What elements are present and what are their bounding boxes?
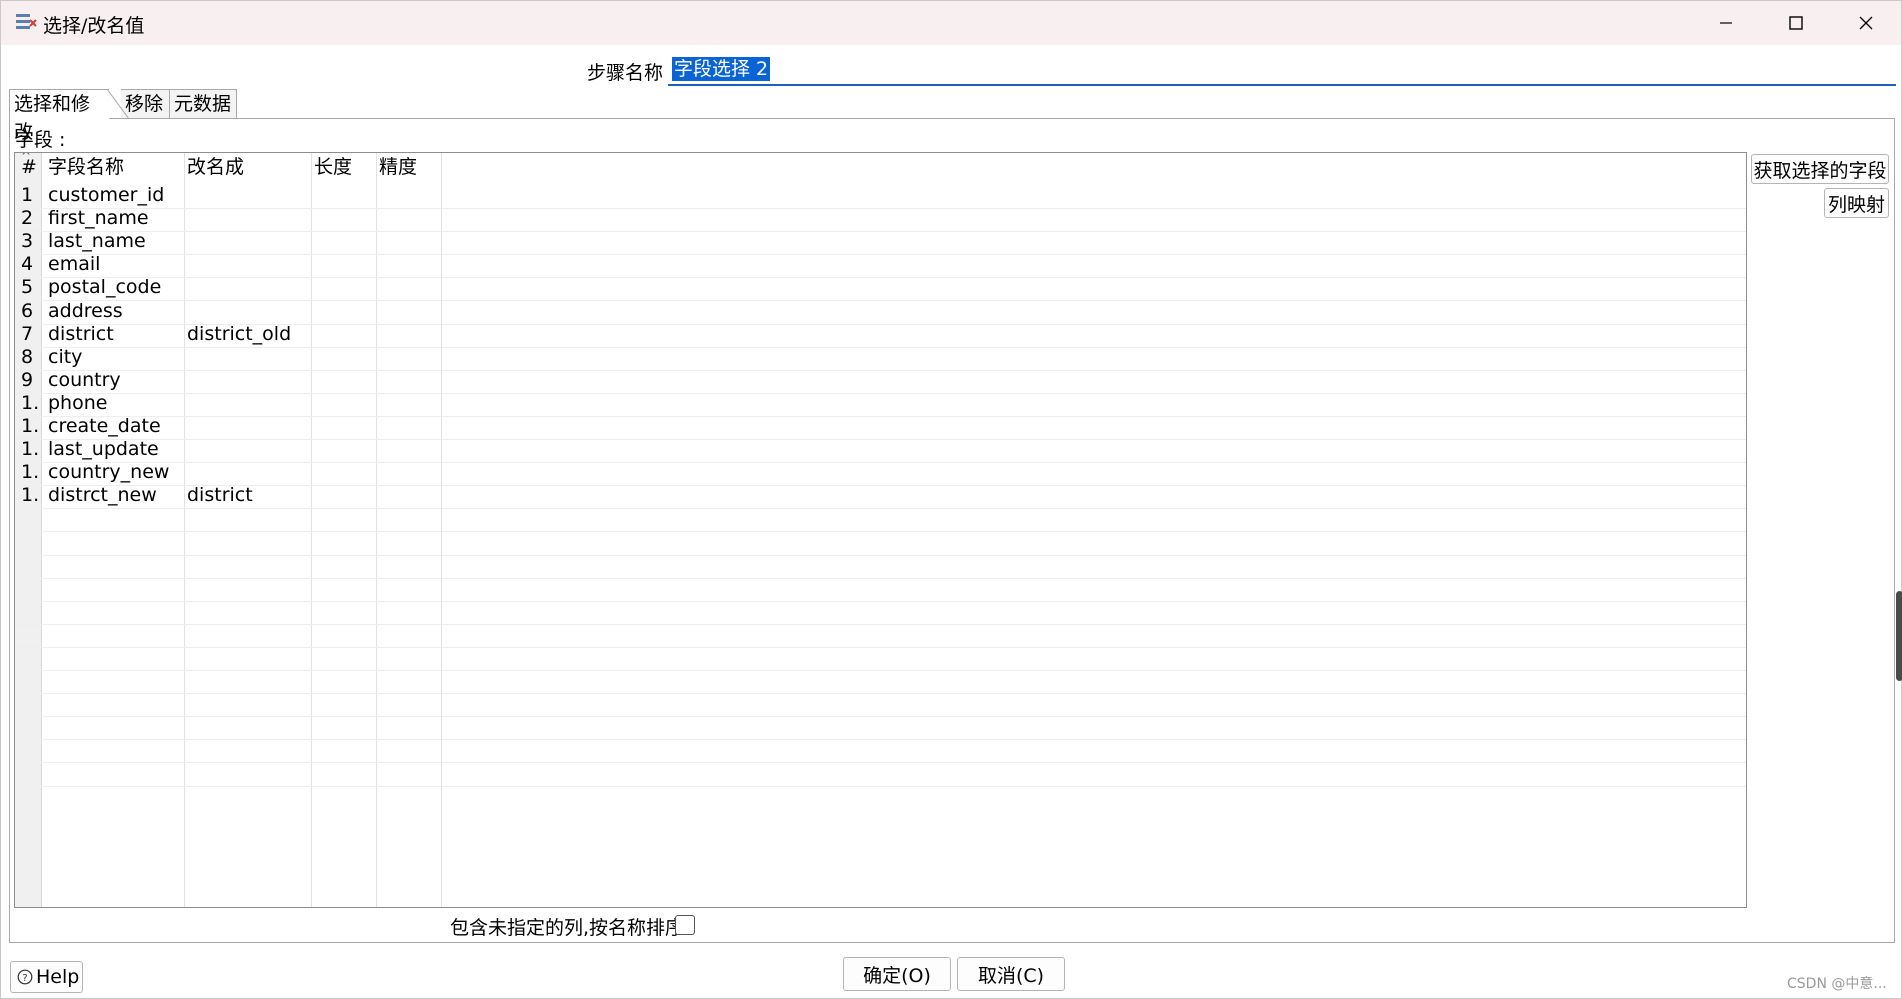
help-button-label: Help [36, 966, 80, 988]
window-scrollbar-thumb[interactable] [1896, 591, 1902, 681]
tab-metadata[interactable]: 元数据 [169, 89, 237, 119]
get-fields-button[interactable]: 获取选择的字段 [1751, 154, 1889, 184]
tab-divider [107, 89, 130, 120]
maximize-icon [1789, 16, 1803, 30]
help-button[interactable]: ? Help [10, 961, 83, 993]
header-precision[interactable]: 精度 [379, 153, 441, 181]
select-values-app-icon [16, 14, 37, 29]
step-name-value: 字段选择 2 [672, 57, 771, 81]
watermark: CSDN @中意... [1787, 976, 1887, 992]
table-header: ^ # 字段名称 改名成 长度 精度 [15, 153, 1746, 181]
step-name-input[interactable]: 字段选择 2 [668, 54, 1896, 86]
dialog-window: 选择/改名值 步骤名称 字段选择 2 选择和修改 移除 元数据 字段 : ^ # [0, 0, 1902, 999]
header-length[interactable]: 长度 [314, 153, 376, 181]
minimize-button[interactable] [1691, 1, 1761, 45]
column-mapping-button[interactable]: 列映射 [1824, 188, 1889, 218]
header-field-name[interactable]: 字段名称 [48, 153, 184, 181]
svg-text:?: ? [22, 973, 27, 984]
include-unspecified-checkbox[interactable] [675, 915, 695, 935]
empty-table-row[interactable] [15, 759, 1746, 787]
fields-table[interactable]: ^ # 字段名称 改名成 长度 精度 1 customer_id 2 first_na… [14, 152, 1747, 908]
close-icon [1859, 16, 1873, 30]
step-name-label: 步骤名称 [587, 62, 664, 84]
include-unspecified-label: 包含未指定的列,按名称排序 [450, 917, 685, 939]
tab-select-and-alter[interactable]: 选择和修改 [9, 89, 109, 143]
help-icon: ? [17, 969, 33, 985]
minimize-icon [1720, 22, 1732, 24]
cancel-button[interactable]: 取消(C) [957, 957, 1065, 991]
header-num[interactable]: # [21, 153, 41, 181]
ok-button[interactable]: 确定(O) [843, 957, 951, 991]
title-bar: 选择/改名值 [1, 1, 1901, 45]
close-button[interactable] [1831, 1, 1901, 45]
header-rename-to[interactable]: 改名成 [187, 153, 311, 181]
window-title: 选择/改名值 [43, 15, 145, 37]
maximize-button[interactable] [1761, 1, 1831, 45]
